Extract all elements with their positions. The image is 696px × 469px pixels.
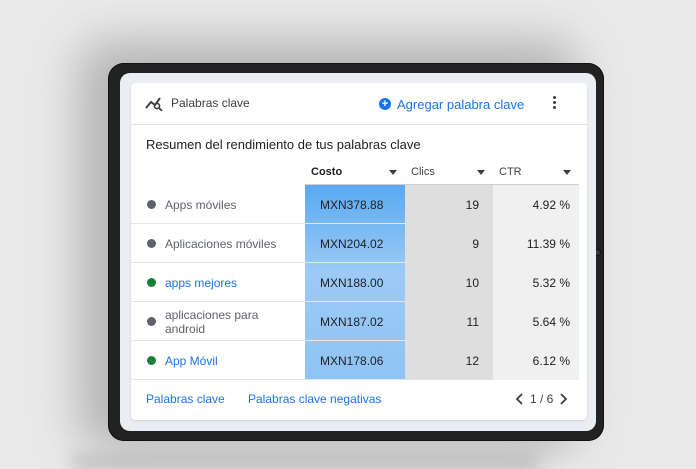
trend-search-icon	[145, 97, 163, 111]
card-title: Palabras clave	[171, 96, 250, 110]
keyword-cell[interactable]: apps mejores	[131, 263, 305, 302]
column-header-costo-label: Costo	[311, 165, 343, 178]
caret-down-icon	[563, 170, 571, 175]
page-indicator: 1 / 6	[530, 392, 554, 406]
column-header-clics[interactable]: Clics	[405, 159, 493, 185]
keyword-cell: Apps móviles	[131, 185, 305, 224]
table-row: apps mejores MXN188.00 10 5.32 %	[131, 263, 579, 302]
keyword-cell[interactable]: App Móvil	[131, 341, 305, 380]
costo-cell: MXN378.88	[320, 197, 384, 212]
keyword-text: apps mejores	[165, 275, 238, 290]
caret-down-icon	[477, 170, 485, 175]
column-header-ctr-label: CTR	[499, 165, 522, 178]
summary-heading: Resumen del rendimiento de tus palabras …	[146, 137, 421, 152]
keyword-text: Apps móviles	[165, 197, 237, 212]
column-header-ctr[interactable]: CTR	[493, 159, 579, 185]
status-dot-icon	[147, 317, 156, 326]
costo-cell: MXN187.02	[320, 314, 384, 329]
plus-circle-icon: +	[379, 98, 391, 110]
caret-down-icon	[389, 170, 397, 175]
keyword-text: App Móvil	[165, 353, 218, 368]
keyword-text: Aplicaciones móviles	[165, 236, 277, 251]
keyword-cell: aplicaciones para android	[131, 302, 305, 341]
card-header: Palabras clave + Agregar palabra clave	[131, 83, 587, 125]
clics-cell: 10	[405, 263, 493, 302]
ctr-cell: 4.92 %	[493, 185, 579, 224]
column-header-costo[interactable]: Costo	[305, 159, 405, 185]
keyword-cell: Aplicaciones móviles	[131, 224, 305, 263]
keyword-text: aplicaciones para android	[165, 307, 259, 336]
ground-shadow	[70, 455, 540, 469]
status-dot-icon	[147, 200, 156, 209]
negative-keywords-link[interactable]: Palabras clave negativas	[248, 392, 381, 406]
more-vert-icon[interactable]	[549, 94, 559, 112]
keywords-card: Palabras clave + Agregar palabra clave R…	[131, 83, 587, 420]
clics-cell: 9	[405, 224, 493, 263]
ctr-cell: 11.39 %	[493, 224, 579, 263]
costo-cell: MXN188.00	[320, 275, 384, 290]
clics-cell: 11	[405, 302, 493, 341]
column-header-clics-label: Clics	[411, 165, 435, 178]
table-row: aplicaciones para android MXN187.02 11 5…	[131, 302, 579, 341]
costo-cell: MXN178.06	[320, 353, 384, 368]
table-row: App Móvil MXN178.06 12 6.12 %	[131, 341, 579, 380]
status-dot-icon	[147, 239, 156, 248]
status-dot-icon	[147, 278, 156, 287]
add-keyword-label: Agregar palabra clave	[397, 96, 525, 112]
costo-cell: MXN204.02	[320, 236, 384, 251]
clics-cell: 12	[405, 341, 493, 380]
ctr-cell: 6.12 %	[493, 341, 579, 380]
ctr-cell: 5.32 %	[493, 263, 579, 302]
clics-cell: 19	[405, 185, 493, 224]
chevron-left-icon[interactable]	[512, 391, 526, 407]
keywords-link[interactable]: Palabras clave	[146, 392, 225, 406]
add-keyword-button[interactable]: + Agregar palabra clave	[379, 95, 524, 113]
table-row: Apps móviles MXN378.88 19 4.92 %	[131, 185, 579, 224]
chevron-right-icon[interactable]	[557, 391, 571, 407]
status-dot-icon	[147, 356, 156, 365]
table-row: Aplicaciones móviles MXN204.02 9 11.39 %	[131, 224, 579, 263]
ctr-cell: 5.64 %	[493, 302, 579, 341]
pagination: 1 / 6	[512, 390, 571, 408]
